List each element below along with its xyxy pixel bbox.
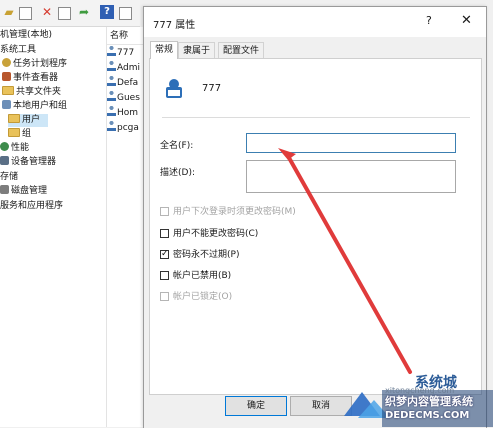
dialog-title: 777 属性 [153,20,196,31]
help-icon[interactable]: ? [100,5,114,19]
description-field[interactable] [246,160,456,193]
cannot-change-password-checkbox[interactable]: 用户不能更改密码(C) [160,228,258,241]
tree-item-storage[interactable]: 存储 [0,171,18,184]
user-icon [107,121,116,131]
export-icon[interactable]: ➦ [77,5,91,19]
tree-item-local-users-groups[interactable]: 本地用户和组 [2,100,67,113]
user-list: 名称 777 Admi Defa Gues Hom pcga [107,27,143,427]
fullname-field[interactable] [246,133,456,153]
tree-item-event-viewer[interactable]: 事件查看器 [2,72,58,85]
device-manager-icon [0,156,9,165]
tab-general[interactable]: 常规 [150,41,179,59]
watermark-cms: 织梦内容管理系统 [385,395,473,408]
description-label: 描述(D): [160,168,195,178]
ok-button[interactable]: 确定 [225,396,287,416]
user-properties-dialog: 777 属性 ? ✕ 常规 隶属于 配置文件 777 全名(F): 描述(D):… [143,6,487,428]
general-tab-panel: 777 全名(F): 描述(D): 用户下次登录时须更改密码(M) 用户不能更改… [149,58,482,395]
list-item[interactable]: Hom [107,106,138,121]
tree-item-system-tools[interactable]: 系统工具 [0,44,36,57]
properties-icon[interactable] [58,7,71,20]
watermark-domain: DEDECMS.COM [385,410,470,421]
shared-folder-icon [2,86,14,95]
list-item[interactable]: pcga [107,121,139,136]
tree-item-disk-management[interactable]: 磁盘管理 [0,185,47,198]
close-icon[interactable]: ✕ [461,13,472,28]
list-item[interactable]: Admi [107,61,140,76]
users-icon [2,100,11,109]
user-icon [107,91,116,101]
tab-member-of[interactable]: 隶属于 [178,42,216,59]
dialog-titlebar[interactable] [144,7,486,37]
delete-icon[interactable]: ✕ [40,5,54,19]
list-item[interactable]: 777 [107,46,134,61]
user-account-icon [166,79,182,98]
user-icon [107,46,116,56]
tree-item-users[interactable]: 用户 [8,114,48,127]
fullname-label: 全名(F): [160,141,194,151]
tree-item-task-scheduler[interactable]: 任务计划程序 [2,58,67,71]
event-viewer-icon [2,72,11,81]
mmc-toolbar: ▰ ✕ ➦ ? [0,0,140,27]
folder-icon [8,114,20,123]
account-disabled-checkbox[interactable]: 帐户已禁用(B) [160,270,231,283]
console-tree: 机管理(本地) 系统工具 任务计划程序 事件查看器 共享文件夹 本地用户和组 用… [0,27,107,427]
tree-item-shared-folders[interactable]: 共享文件夹 [2,86,61,99]
list-item[interactable]: Defa [107,76,138,91]
tree-item-performance[interactable]: 性能 [0,142,29,155]
username-label: 777 [202,83,222,94]
help-button[interactable]: ? [426,14,432,27]
performance-icon [0,142,9,151]
window-icon[interactable] [19,7,32,20]
column-header-name[interactable]: 名称 [107,27,143,45]
folder-icon[interactable]: ▰ [2,5,16,19]
disk-icon [0,185,9,194]
tree-item-device-manager[interactable]: 设备管理器 [0,156,56,169]
list-item[interactable]: Gues [107,91,140,106]
password-never-expires-checkbox[interactable]: 密码永不过期(P) [160,248,239,262]
tree-item-services-applications[interactable]: 服务和应用程序 [0,200,63,213]
must-change-password-checkbox[interactable]: 用户下次登录时须更改密码(M) [160,206,296,219]
divider [162,117,470,118]
tree-item-computer-management[interactable]: 机管理(本地) [0,29,52,42]
clock-icon [2,58,11,67]
user-icon [107,61,116,71]
folder-icon [8,128,20,137]
tree-item-groups[interactable]: 组 [8,128,31,141]
user-icon [107,106,116,116]
view-icon[interactable] [119,7,132,20]
account-locked-checkbox[interactable]: 帐户已锁定(O) [160,291,232,304]
user-icon [107,76,116,86]
tab-profile[interactable]: 配置文件 [218,42,265,59]
